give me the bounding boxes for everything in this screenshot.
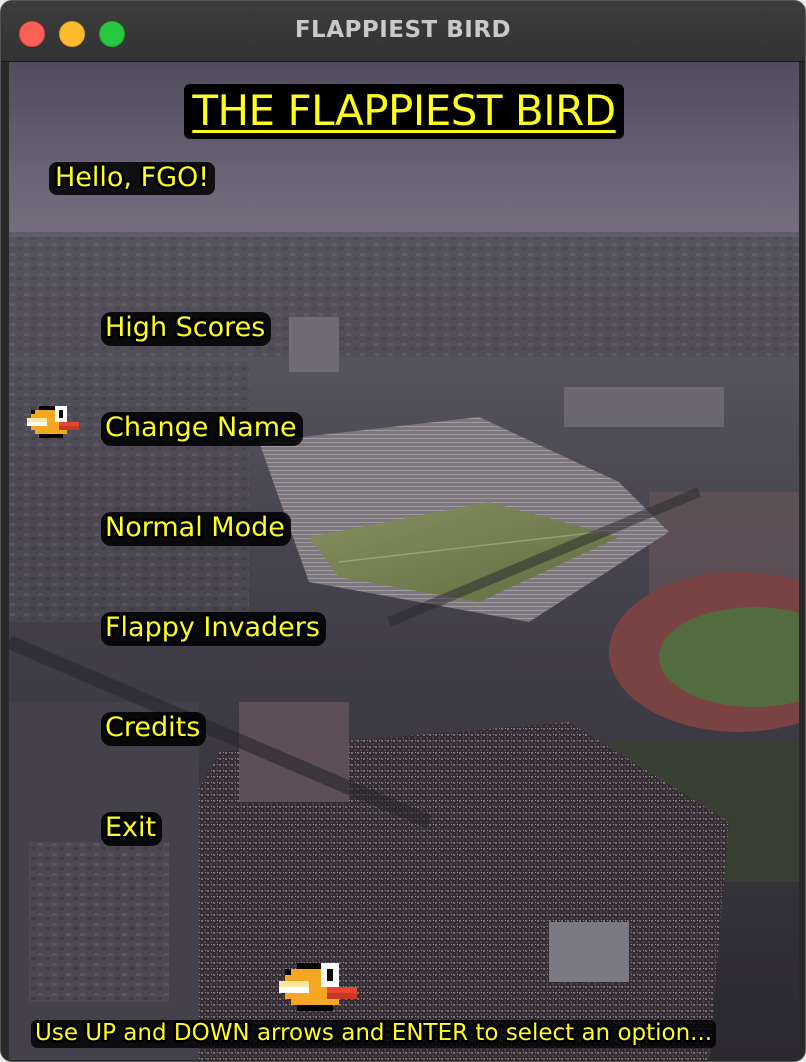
window-title: FLAPPIEST BIRD (294, 17, 512, 43)
menu-item-exit[interactable]: Exit (101, 812, 163, 846)
menu-item-normal-mode[interactable]: Normal Mode (101, 512, 291, 546)
menu-item-flappy-invaders[interactable]: Flappy Invaders (101, 612, 326, 646)
window-titlebar[interactable]: FLAPPIEST BIRD (1, 1, 805, 62)
controls-hint: Use UP and DOWN arrows and ENTER to sele… (31, 1020, 717, 1048)
flappy-bird-mascot-icon (279, 963, 357, 1011)
flappy-bird-icon (27, 406, 79, 438)
player-greeting: Hello, FGO! (49, 162, 216, 195)
game-title: THE FLAPPIEST BIRD (9, 84, 799, 139)
game-title-text: THE FLAPPIEST BIRD (184, 84, 624, 139)
menu-item-credits[interactable]: Credits (101, 712, 207, 746)
menu-item-high-scores[interactable]: High Scores (101, 312, 272, 346)
stadium-background-image (9, 62, 799, 1060)
game-window: FLAPPIEST BIRD THE FLAPPIEST BIRD Hello,… (0, 0, 806, 1062)
game-canvas[interactable]: THE FLAPPIEST BIRD Hello, FGO! High Scor… (9, 62, 799, 1060)
menu-item-change-name[interactable]: Change Name (101, 412, 303, 446)
